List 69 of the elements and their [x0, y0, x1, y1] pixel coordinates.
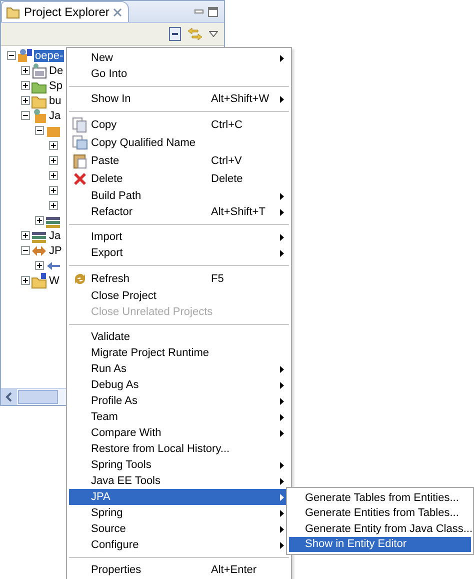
menu-item[interactable]: Configure [69, 537, 289, 553]
expand-toggle[interactable] [49, 156, 58, 165]
menu-item[interactable]: JPA [69, 489, 289, 505]
view-menu-icon[interactable] [209, 31, 218, 37]
tree-node-icon [31, 108, 47, 124]
tree-node-icon [31, 62, 47, 78]
maximize-icon[interactable] [208, 6, 218, 16]
menu-item[interactable]: Generate Entity from Java Class... [289, 521, 471, 536]
expand-toggle[interactable] [35, 261, 44, 270]
menu-item[interactable]: Export [69, 245, 289, 261]
tree-item[interactable]: Sp [48, 80, 64, 92]
close-icon[interactable] [113, 8, 122, 16]
menu-item[interactable]: Delete Delete [69, 170, 289, 188]
tree-item[interactable]: Ja [48, 230, 62, 242]
tree-node-icon [17, 48, 33, 64]
expand-toggle[interactable] [21, 276, 30, 285]
tree-node-icon [31, 272, 47, 288]
menu-item[interactable]: Copy Ctrl+C [69, 116, 289, 134]
collapse-all-icon[interactable] [169, 27, 181, 41]
menu-item[interactable]: Migrate Project Runtime [69, 345, 289, 361]
folder-icon [6, 5, 20, 19]
tree-item[interactable]: Ja [48, 110, 62, 122]
menu-item[interactable]: Generate Entities from Tables... [289, 506, 471, 521]
menu-item[interactable]: Spring Tools [69, 457, 289, 473]
menu-item[interactable]: Show in Entity Editor [289, 536, 471, 552]
expand-toggle[interactable] [21, 81, 30, 90]
collapse-toggle[interactable] [21, 111, 30, 120]
tree-item[interactable]: oepe- [34, 50, 64, 62]
expand-toggle[interactable] [49, 141, 58, 150]
menu-item[interactable]: Import [69, 229, 289, 245]
menu-item[interactable]: Team [69, 409, 289, 425]
tree-item[interactable]: W [48, 274, 60, 286]
expand-toggle[interactable] [21, 66, 30, 75]
link-arrows-icon[interactable] [187, 27, 203, 41]
menu-item[interactable]: Compare With [69, 425, 289, 441]
menu-item[interactable]: Restore from Local History... [69, 441, 289, 457]
menu-item[interactable]: Go Into [69, 66, 289, 82]
expand-toggle[interactable] [35, 216, 44, 225]
menu-item[interactable]: Profile As [69, 393, 289, 409]
menu-item[interactable]: Java EE Tools [69, 473, 289, 489]
tree-item[interactable]: JP [48, 244, 63, 256]
menu-item[interactable]: Show In Alt+Shift+W [69, 91, 289, 107]
menu-item[interactable]: Refresh F5 [69, 270, 289, 288]
collapse-toggle[interactable] [35, 126, 44, 135]
menu-item[interactable]: Paste Ctrl+V [69, 152, 289, 170]
menu-item[interactable]: Refactor Alt+Shift+T [69, 204, 289, 220]
menu-item[interactable]: Validate [69, 329, 289, 345]
tree-item[interactable]: bu [48, 94, 62, 106]
menu-item[interactable]: Source [69, 521, 289, 537]
menu-item[interactable]: Copy Qualified Name [69, 134, 289, 152]
menu-item[interactable]: Generate Tables from Entities... [289, 490, 471, 506]
expand-toggle[interactable] [21, 231, 30, 240]
collapse-toggle[interactable] [7, 51, 16, 60]
expand-toggle[interactable] [49, 171, 58, 180]
menu-item[interactable]: Run As [69, 361, 289, 377]
menu-item[interactable]: Close Project [69, 288, 289, 304]
collapse-toggle[interactable] [21, 246, 30, 255]
menu-item[interactable]: Debug As [69, 377, 289, 393]
minimize-icon[interactable] [194, 6, 204, 16]
project-explorer-tab[interactable]: Project Explorer [1, 1, 130, 22]
menu-item[interactable]: New [69, 50, 289, 66]
expand-toggle[interactable] [21, 96, 30, 105]
menu-item[interactable]: Spring [69, 505, 289, 521]
expand-toggle[interactable] [49, 186, 58, 195]
expand-toggle[interactable] [49, 201, 58, 210]
scrollbar-thumb[interactable] [18, 390, 58, 404]
tree-item[interactable]: De [48, 64, 64, 76]
menu-item[interactable]: Build Path [69, 188, 289, 204]
menu-item[interactable]: Properties Alt+Enter [69, 562, 289, 578]
